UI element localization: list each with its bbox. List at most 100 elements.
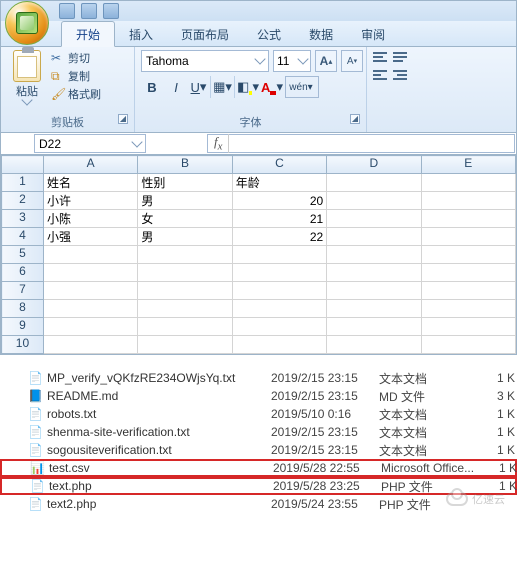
cell[interactable]: [138, 264, 232, 282]
cell[interactable]: [138, 336, 232, 354]
qat-undo-icon[interactable]: [81, 3, 97, 19]
cell[interactable]: [327, 192, 421, 210]
col-header-C[interactable]: C: [232, 156, 326, 174]
cell[interactable]: [421, 228, 515, 246]
row-header[interactable]: 5: [2, 246, 44, 264]
worksheet-grid[interactable]: A B C D E 1姓名性别年龄2小许男203小陈女214小强男2256789…: [1, 155, 516, 354]
row-header[interactable]: 7: [2, 282, 44, 300]
cell[interactable]: [232, 246, 326, 264]
row-header[interactable]: 1: [2, 174, 44, 192]
clipboard-dialog-launcher[interactable]: ◢: [118, 114, 128, 124]
align-center-button[interactable]: [393, 68, 411, 82]
cell[interactable]: [327, 264, 421, 282]
cell[interactable]: [421, 318, 515, 336]
cell[interactable]: 22: [232, 228, 326, 246]
cell[interactable]: [232, 282, 326, 300]
bold-button[interactable]: B: [141, 76, 163, 98]
cell[interactable]: [421, 210, 515, 228]
cell[interactable]: [327, 282, 421, 300]
name-box[interactable]: D22: [34, 134, 146, 153]
qat-save-icon[interactable]: [59, 3, 75, 19]
cell[interactable]: 小许: [43, 192, 137, 210]
cell[interactable]: [138, 246, 232, 264]
cell[interactable]: [43, 282, 137, 300]
phonetic-button[interactable]: wén▾: [285, 76, 319, 98]
font-dialog-launcher[interactable]: ◢: [350, 114, 360, 124]
select-all-corner[interactable]: [2, 156, 44, 174]
row-header[interactable]: 4: [2, 228, 44, 246]
tab-home[interactable]: 开始: [61, 21, 115, 47]
tab-insert[interactable]: 插入: [115, 22, 167, 46]
row-header[interactable]: 8: [2, 300, 44, 318]
cell[interactable]: [327, 246, 421, 264]
fx-icon[interactable]: fx: [208, 134, 229, 153]
cell[interactable]: [327, 228, 421, 246]
cell[interactable]: [421, 246, 515, 264]
cell[interactable]: 小陈: [43, 210, 137, 228]
font-family-selector[interactable]: Tahoma: [141, 50, 269, 72]
cell[interactable]: [232, 300, 326, 318]
cell[interactable]: [138, 300, 232, 318]
tab-formulas[interactable]: 公式: [243, 22, 295, 46]
col-header-A[interactable]: A: [43, 156, 137, 174]
col-header-E[interactable]: E: [421, 156, 515, 174]
cell[interactable]: [421, 282, 515, 300]
cell[interactable]: [43, 264, 137, 282]
cell[interactable]: 性别: [138, 174, 232, 192]
row-header[interactable]: 2: [2, 192, 44, 210]
cell[interactable]: [327, 300, 421, 318]
cell[interactable]: [232, 336, 326, 354]
cell[interactable]: [232, 264, 326, 282]
font-size-selector[interactable]: 11: [273, 50, 311, 72]
cut-button[interactable]: ✂ 剪切: [51, 50, 101, 66]
cell[interactable]: [421, 264, 515, 282]
row-header[interactable]: 6: [2, 264, 44, 282]
align-top-button[interactable]: [373, 50, 391, 64]
italic-button[interactable]: I: [165, 76, 187, 98]
file-row[interactable]: 📄sogousiteverification.txt2019/2/15 23:1…: [0, 441, 517, 459]
formula-bar[interactable]: fx: [207, 134, 515, 153]
row-header[interactable]: 9: [2, 318, 44, 336]
cell[interactable]: [421, 336, 515, 354]
cell[interactable]: [421, 174, 515, 192]
qat-redo-icon[interactable]: [103, 3, 119, 19]
tab-page-layout[interactable]: 页面布局: [167, 22, 243, 46]
cell[interactable]: [327, 174, 421, 192]
shrink-font-button[interactable]: A▾: [341, 50, 363, 72]
cell[interactable]: 20: [232, 192, 326, 210]
file-row[interactable]: 📘README.md2019/2/15 23:15MD 文件3 K: [0, 387, 517, 405]
format-painter-button[interactable]: 🖌 格式刷: [51, 86, 101, 102]
cell[interactable]: 女: [138, 210, 232, 228]
cell[interactable]: [327, 210, 421, 228]
cell[interactable]: [327, 318, 421, 336]
fill-color-button[interactable]: ◧▾: [237, 76, 259, 98]
cell[interactable]: [43, 318, 137, 336]
file-row[interactable]: 📄robots.txt2019/5/10 0:16文本文档1 K: [0, 405, 517, 423]
cell[interactable]: 男: [138, 228, 232, 246]
file-row[interactable]: 📄MP_verify_vQKfzRE234OWjsYq.txt2019/2/15…: [0, 369, 517, 387]
font-color-button[interactable]: A▾: [261, 76, 283, 98]
cell[interactable]: 姓名: [43, 174, 137, 192]
file-row[interactable]: 📄shenma-site-verification.txt2019/2/15 2…: [0, 423, 517, 441]
tab-review[interactable]: 审阅: [347, 22, 399, 46]
tab-data[interactable]: 数据: [295, 22, 347, 46]
col-header-B[interactable]: B: [138, 156, 232, 174]
cell[interactable]: 21: [232, 210, 326, 228]
align-middle-button[interactable]: [393, 50, 411, 64]
grow-font-button[interactable]: A▴: [315, 50, 337, 72]
cell[interactable]: [232, 318, 326, 336]
row-header[interactable]: 10: [2, 336, 44, 354]
office-button[interactable]: [5, 1, 49, 45]
col-header-D[interactable]: D: [327, 156, 421, 174]
cell[interactable]: [43, 246, 137, 264]
underline-button[interactable]: U▾: [189, 76, 211, 98]
file-row[interactable]: 📊test.csv2019/5/28 22:55Microsoft Office…: [0, 459, 517, 477]
cell[interactable]: [421, 300, 515, 318]
paste-button[interactable]: 粘贴: [7, 50, 47, 104]
cell[interactable]: [327, 336, 421, 354]
file-row[interactable]: 📄text.php2019/5/28 23:25PHP 文件1 K: [0, 477, 517, 495]
cell[interactable]: 男: [138, 192, 232, 210]
cell[interactable]: 年龄: [232, 174, 326, 192]
cell[interactable]: [138, 318, 232, 336]
cell[interactable]: [43, 300, 137, 318]
